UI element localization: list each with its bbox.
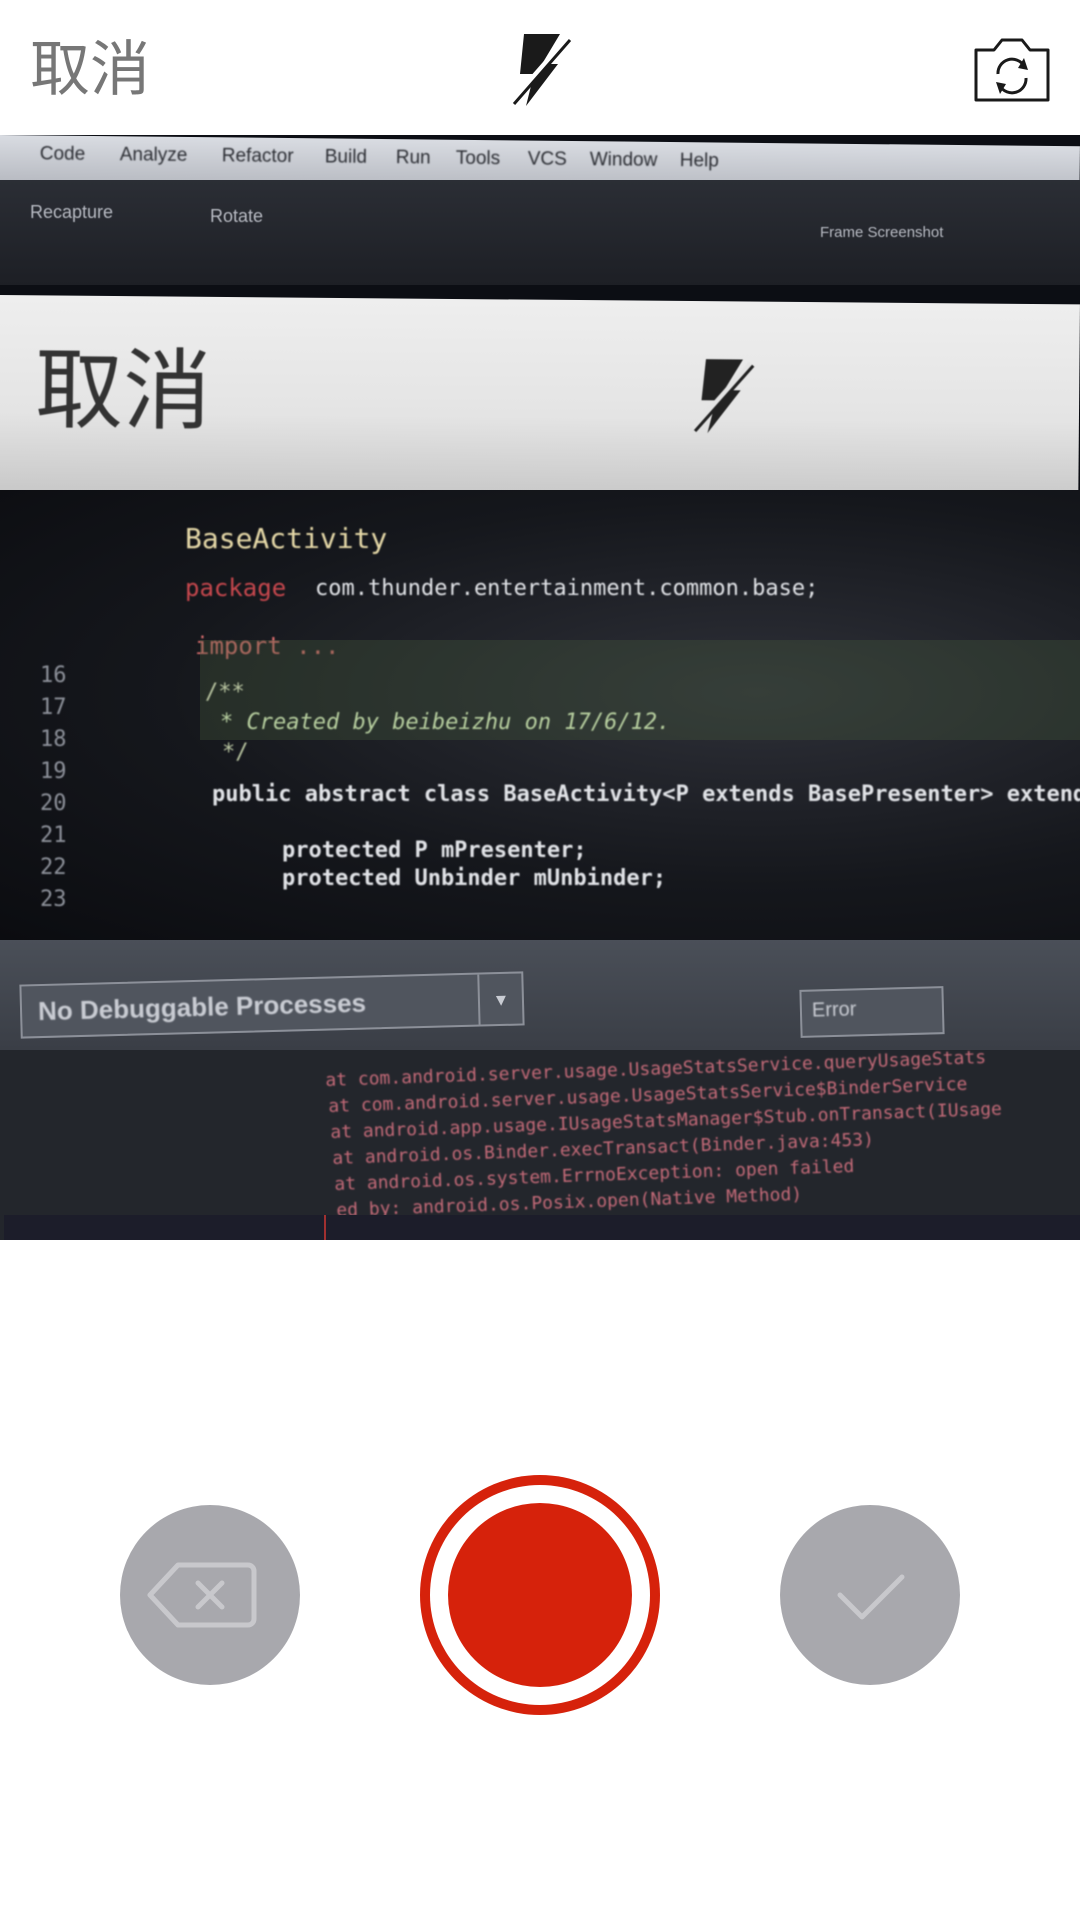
checkmark-icon: [837, 1574, 905, 1620]
camera-screen: 取消 Code Analyze Refactor Build Run Tools…: [0, 0, 1080, 1920]
cancel-button[interactable]: 取消: [30, 30, 150, 110]
preview-menu-item: Help: [679, 150, 719, 172]
preview-menu-item: Build: [324, 146, 368, 168]
preview-menu-item: Code: [39, 143, 86, 165]
preview-package-keyword: package: [185, 574, 287, 602]
camera-viewfinder[interactable]: Code Analyze Refactor Build Run Tools VC…: [0, 135, 1080, 1240]
preview-process-select: No Debuggable Processes ▾: [19, 971, 525, 1039]
preview-menu-item: Run: [395, 147, 431, 169]
preview-menu-item: Tools: [455, 147, 501, 170]
preview-menu-item: Analyze: [119, 144, 188, 166]
preview-package-name: com.thunder.entertainment.common.base;: [315, 576, 819, 601]
preview-logcat-output: at com.android.server.usage.UsageStatsSe…: [0, 1047, 1080, 1240]
preview-line-numbers: 16 17 18 19 20 21 22 23: [40, 663, 67, 912]
flash-off-icon: [509, 34, 572, 106]
delete-segment-button[interactable]: [120, 1505, 300, 1685]
preview-phone-screen: 取消: [0, 295, 1080, 500]
preview-menu-item: Window: [589, 149, 658, 171]
preview-field-presenter: protected P mPresenter;: [282, 838, 587, 863]
record-icon: [448, 1503, 632, 1687]
preview-phone-cancel-label: 取消: [34, 338, 212, 443]
flip-camera-button[interactable]: [972, 32, 1052, 104]
preview-comment-open: /**: [205, 680, 245, 705]
preview-bottom-strip: [4, 1215, 1080, 1240]
preview-menu-item: VCS: [527, 148, 567, 170]
preview-menu-item: Refactor: [221, 145, 294, 168]
preview-strip-marker: [324, 1215, 326, 1240]
preview-process-label: No Debuggable Processes: [37, 987, 367, 1027]
preview-flash-off-icon: [690, 359, 755, 434]
preview-class-declaration: public abstract class BaseActivity<P ext…: [212, 782, 1080, 807]
preview-comment-close: */: [222, 740, 249, 765]
preview-logcat-header: No Debuggable Processes ▾ Error: [0, 940, 1080, 1050]
preview-code-editor: BaseActivity package com.thunder.enterta…: [0, 490, 1080, 940]
preview-dropdown-arrow-icon: ▾: [477, 973, 523, 1025]
preview-log-level-label: Error: [811, 998, 857, 1022]
preview-rotate-label: Rotate: [210, 206, 264, 226]
preview-class-name: BaseActivity: [185, 522, 388, 555]
preview-recapture-label: Recapture: [30, 202, 114, 222]
top-bar: 取消: [0, 0, 1080, 135]
preview-ide-toolbar: Recapture Rotate Frame Screenshot: [0, 180, 1080, 285]
backspace-icon: [147, 1562, 257, 1628]
flash-off-button[interactable]: [506, 30, 576, 110]
confirm-button[interactable]: [780, 1505, 960, 1685]
preview-field-unbinder: protected Unbinder mUnbinder;: [282, 866, 667, 891]
record-button[interactable]: [420, 1475, 660, 1715]
preview-log-level-select: Error: [799, 986, 945, 1038]
preview-frame-screenshot-label: Frame Screenshot: [820, 224, 944, 241]
flip-camera-icon: [974, 38, 1050, 102]
capture-controls: [0, 1240, 1080, 1920]
preview-comment-body: * Created by beibeizhu on 17/6/12.: [220, 710, 671, 735]
